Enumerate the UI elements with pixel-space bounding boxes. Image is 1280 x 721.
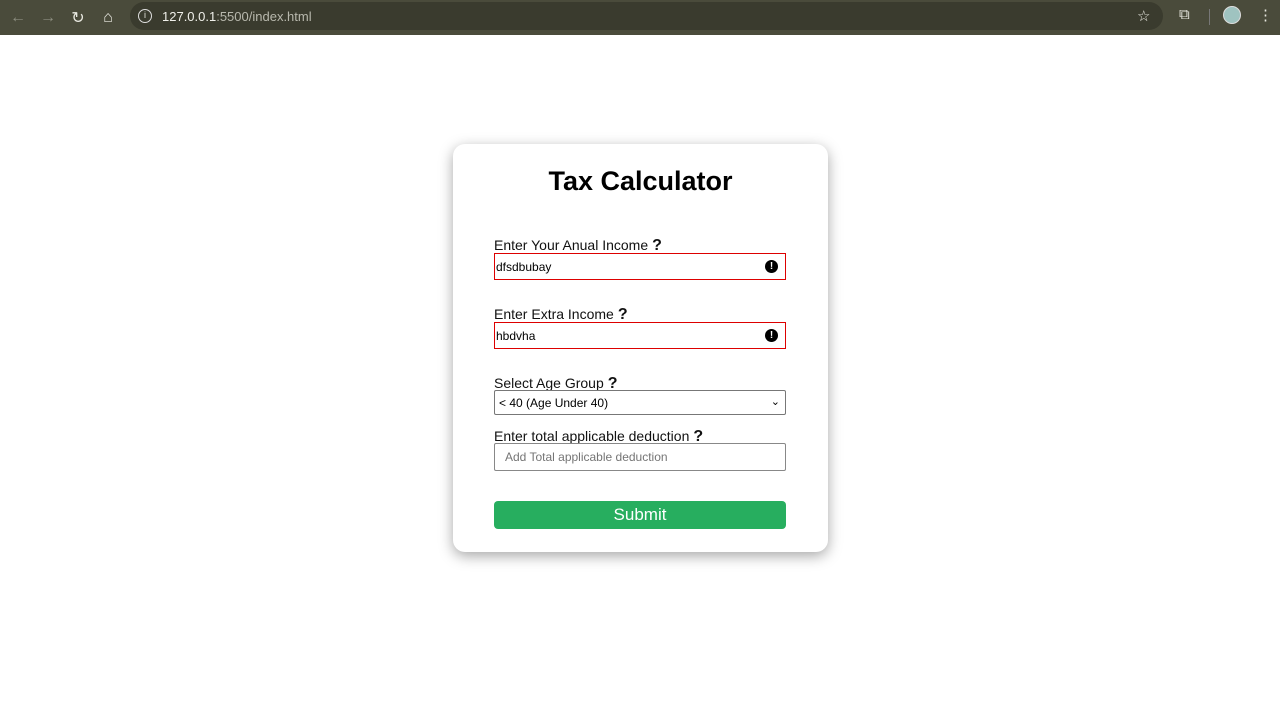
reload-icon[interactable]: ↻ [63,8,93,28]
url-host: 127.0.0.1 [162,8,217,24]
site-info-icon[interactable]: i [138,9,152,23]
url-path: :5500/index.html [216,8,312,24]
label-text: Enter Extra Income [494,306,614,322]
error-icon: ! [765,260,778,273]
page-title: Tax Calculator [548,166,733,196]
error-icon: ! [765,329,778,342]
browser-toolbar: ← → ↻ ⌂ i 127.0.0.1:5500/index.html ☆ ⧉ … [0,0,1280,35]
extra-income-input[interactable]: hbdvha! [494,322,786,349]
label-text: Select Age Group [494,375,604,391]
label-text: Enter total applicable deduction [494,428,690,444]
home-icon[interactable]: ⌂ [93,9,123,27]
address-bar[interactable]: i 127.0.0.1:5500/index.html [130,2,1163,30]
age-group-select[interactable]: < 40 (Age Under 40) ⌄ [494,390,786,415]
submit-button[interactable]: Submit [494,501,786,529]
help-icon[interactable]: ? [652,237,662,254]
selected-value: < 40 (Age Under 40) [499,395,609,410]
input-value: hbdvha [496,328,536,343]
bookmark-star-icon[interactable]: ☆ [1137,7,1150,25]
chevron-down-icon: ⌄ [770,396,780,408]
label-text: Enter Your Anual Income [494,237,649,253]
help-icon[interactable]: ? [618,306,628,323]
annual-income-input[interactable]: dfsdbubay! [494,253,786,280]
more-menu-icon[interactable]: ⋮ [1258,6,1273,24]
divider [1209,9,1210,25]
forward-icon[interactable]: → [33,9,63,27]
profile-avatar[interactable] [1223,6,1241,24]
back-icon[interactable]: ← [3,9,33,27]
extensions-icon[interactable]: ⧉ [1179,6,1190,23]
input-value: dfsdbubay [496,259,552,274]
tax-calculator-card: Tax Calculator Enter Your Anual Income? … [453,144,828,552]
deduction-input[interactable] [494,443,786,471]
